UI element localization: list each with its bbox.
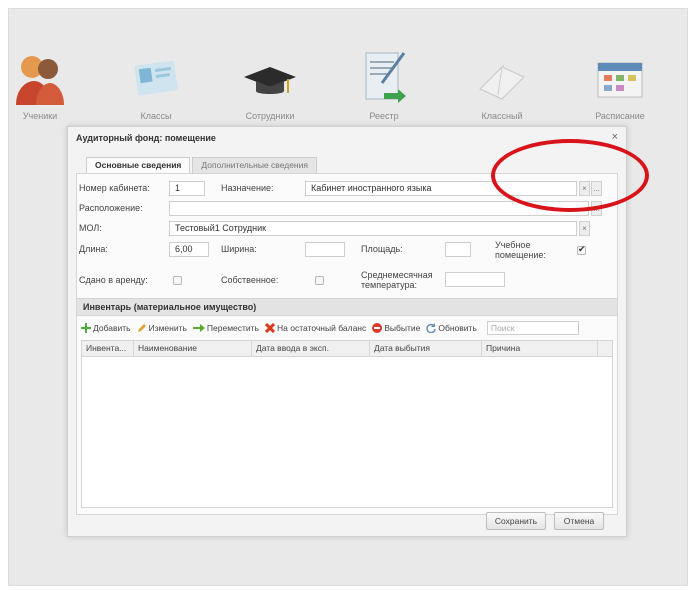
purpose-label: Назначение: [221, 183, 274, 193]
edit-label: Изменить [148, 323, 187, 333]
rented-label: Сдано в аренду: [79, 275, 148, 285]
rented-checkbox[interactable] [173, 276, 182, 285]
nav-label: Расписание [595, 111, 645, 121]
arrow-right-icon [192, 324, 205, 332]
column-commission-date[interactable]: Дата ввода в эксп. [252, 341, 370, 356]
nav-item-staff[interactable]: Сотрудники [225, 39, 315, 121]
refresh-icon [426, 323, 437, 333]
add-label: Добавить [93, 323, 131, 333]
move-button[interactable]: Переместить [192, 323, 259, 333]
refresh-button[interactable]: Обновить [426, 323, 477, 333]
nav-label: Ученики [22, 111, 58, 121]
inventory-toolbar: Добавить Изменить Переместить На остаточ… [81, 320, 579, 336]
residual-balance-button[interactable]: На остаточный баланс [265, 323, 366, 333]
schedule-icon [590, 47, 650, 107]
move-label: Переместить [206, 323, 259, 333]
avg-temp-label-line1: Среднемесячная [361, 270, 433, 280]
inventory-header: Инвентарь (материальное имущество) [77, 298, 617, 316]
room-number-field[interactable]: 1 [169, 181, 205, 196]
length-field[interactable]: 6,00 [169, 242, 209, 257]
dialog-tabs: Основные сведения Дополнительные сведения [86, 157, 319, 173]
add-button[interactable]: Добавить [81, 323, 131, 333]
avg-temp-field[interactable] [445, 272, 505, 287]
add-icon [81, 323, 91, 333]
nav-item-schedule[interactable]: Расписание [575, 39, 665, 121]
screen: Ученики Классы Сотрудники Реестр Классны… [8, 8, 688, 586]
students-icon [10, 47, 70, 107]
mol-label: МОЛ: [79, 223, 102, 233]
column-name[interactable]: Наименование [134, 341, 252, 356]
avg-temp-label: Среднемесячная температура: [361, 270, 433, 290]
dialog-title: Аудиторный фонд: помещение [76, 133, 216, 143]
educational-room-label: Учебное помещение: [495, 240, 546, 260]
close-icon[interactable]: × [612, 131, 618, 143]
staff-icon [240, 47, 300, 107]
nav-label: Классный [481, 111, 523, 121]
width-label: Ширина: [221, 244, 257, 254]
disposal-button[interactable]: Выбытие [372, 323, 420, 333]
search-input[interactable]: Поиск [486, 321, 579, 335]
area-field[interactable] [445, 242, 471, 257]
nav-item-registry[interactable]: Реестр [339, 39, 429, 121]
main-info-panel: Номер кабинета: 1 Назначение: Кабинет ин… [76, 173, 618, 515]
column-inventory-number[interactable]: Инвента... [82, 341, 134, 356]
cancel-button[interactable]: Отмена [554, 512, 604, 530]
nav-label: Классы [140, 111, 172, 121]
nav-label: Реестр [369, 111, 399, 121]
pencil-icon [137, 324, 146, 332]
class-journal-icon [472, 47, 532, 107]
inventory-grid-header: Инвента... Наименование Дата ввода в экс… [81, 340, 613, 357]
classes-icon [126, 47, 186, 107]
disposal-label: Выбытие [384, 323, 421, 333]
mol-field[interactable]: Тестовый1 Сотрудник [169, 221, 577, 236]
avg-temp-label-line2: температура: [361, 280, 418, 290]
registry-icon [354, 47, 414, 107]
educational-room-checkbox[interactable] [577, 244, 586, 255]
length-label: Длина: [79, 244, 108, 254]
highlight-ellipse [491, 139, 649, 212]
room-number-label: Номер кабинета: [79, 183, 150, 193]
app-navigation: Ученики Классы Сотрудники Реестр Классны… [9, 39, 689, 135]
nav-item-class-journal[interactable]: Классный [457, 39, 547, 121]
disposal-icon [372, 323, 383, 333]
nav-label: Сотрудники [245, 111, 295, 121]
tab-additional-info[interactable]: Дополнительные сведения [192, 157, 317, 173]
refresh-label: Обновить [438, 323, 477, 333]
edit-button[interactable]: Изменить [137, 323, 187, 333]
mol-clear-icon[interactable]: × [579, 221, 590, 236]
nav-item-students[interactable]: Ученики [0, 39, 85, 121]
educational-room-label-line2: помещение: [495, 250, 546, 260]
remove-cross-icon [265, 323, 275, 333]
residual-balance-label: На остаточный баланс [277, 323, 367, 333]
tab-main-info[interactable]: Основные сведения [86, 157, 191, 173]
location-label: Расположение: [79, 203, 143, 213]
educational-room-label-line1: Учебное [495, 240, 531, 250]
area-label: Площадь: [361, 244, 403, 254]
column-disposal-date[interactable]: Дата выбытия [370, 341, 482, 356]
save-button[interactable]: Сохранить [486, 512, 546, 530]
inventory-grid-body[interactable] [81, 357, 613, 508]
width-field[interactable] [305, 242, 345, 257]
own-checkbox[interactable] [315, 276, 324, 285]
nav-item-classes[interactable]: Классы [111, 39, 201, 121]
column-reason[interactable]: Причина [482, 341, 598, 356]
own-label: Собственное: [221, 275, 279, 285]
